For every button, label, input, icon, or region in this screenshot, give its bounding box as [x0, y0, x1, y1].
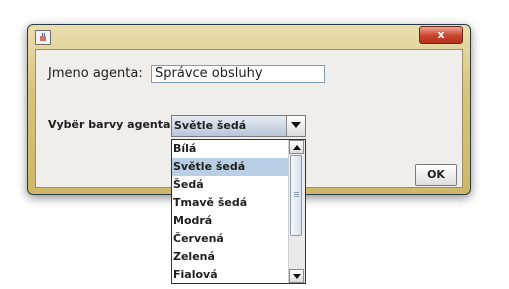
close-button[interactable]: x — [419, 26, 463, 44]
color-options-list: Bílá Světle šedá Šedá Tmavě šedá Modrá Č… — [171, 139, 306, 284]
option-item[interactable]: Červená — [172, 230, 289, 248]
scroll-up-button[interactable] — [289, 140, 304, 154]
agent-color-combobox[interactable]: Světle šedá — [171, 115, 306, 137]
combo-selected-value: Světle šedá — [174, 119, 247, 132]
option-item[interactable]: Zelená — [172, 248, 289, 266]
grip-line — [294, 194, 299, 195]
option-item[interactable]: Tmavě šedá — [172, 194, 289, 212]
chevron-down-icon — [293, 274, 301, 279]
option-item[interactable]: Šedá — [172, 176, 289, 194]
vertical-scrollbar[interactable] — [288, 140, 305, 283]
app-icon[interactable] — [35, 30, 51, 45]
agent-name-label: Jmeno agenta: — [48, 66, 143, 81]
scroll-thumb[interactable] — [290, 155, 302, 236]
agent-name-input[interactable]: Správce obsluhy — [151, 65, 325, 83]
scroll-down-button[interactable] — [289, 269, 304, 283]
option-item[interactable]: Fialová — [172, 266, 289, 283]
grip-line — [294, 196, 299, 197]
option-item[interactable]: Bílá — [172, 140, 289, 158]
chevron-up-icon — [293, 145, 301, 150]
grip-line — [294, 192, 299, 193]
title-bar[interactable]: x — [28, 25, 470, 47]
option-item-selected[interactable]: Světle šedá — [172, 158, 289, 176]
chevron-down-icon — [291, 122, 301, 128]
ok-button[interactable]: OK — [415, 164, 457, 186]
option-item[interactable]: Modrá — [172, 212, 289, 230]
options-items: Bílá Světle šedá Šedá Tmavě šedá Modrá Č… — [172, 140, 289, 283]
agent-color-label: Vybër barvy agenta: — [48, 118, 175, 131]
combo-dropdown-button[interactable] — [286, 116, 305, 136]
